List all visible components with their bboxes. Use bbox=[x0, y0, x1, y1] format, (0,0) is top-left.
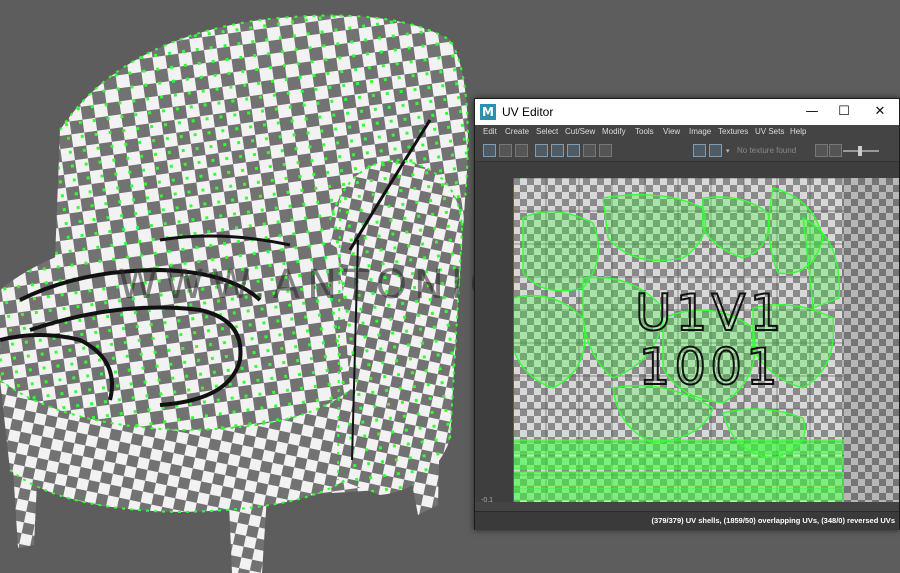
menu-textures[interactable]: Textures bbox=[718, 127, 748, 136]
snapshot-icon[interactable] bbox=[599, 144, 612, 157]
menu-bar: Edit Create Select Cut/Sew Modify Tools … bbox=[475, 125, 899, 141]
close-button[interactable]: ✕ bbox=[863, 101, 897, 123]
menu-help[interactable]: Help bbox=[790, 127, 806, 136]
maya-logo-icon: M bbox=[480, 104, 496, 120]
ruler-left bbox=[475, 162, 513, 502]
isolate-icon[interactable] bbox=[583, 144, 596, 157]
coordinate-label: -0.1 bbox=[481, 497, 494, 504]
outside-tile-checker bbox=[844, 178, 899, 502]
menu-cut-sew[interactable]: Cut/Sew bbox=[565, 127, 595, 136]
uv-canvas[interactable]: U1V1 1001 bbox=[513, 178, 844, 502]
grid-icon[interactable] bbox=[483, 144, 496, 157]
menu-select[interactable]: Select bbox=[536, 127, 558, 136]
menu-modify[interactable]: Modify bbox=[602, 127, 626, 136]
checker-toggle-icon[interactable] bbox=[709, 144, 722, 157]
menu-uv-sets[interactable]: UV Sets bbox=[755, 127, 784, 136]
uv-tile-label: U1V1 1001 bbox=[634, 284, 786, 396]
tile-udim-number: 1001 bbox=[638, 338, 782, 396]
minimize-button[interactable]: — bbox=[795, 101, 829, 123]
exposure-icon[interactable] bbox=[815, 144, 828, 157]
window-titlebar[interactable]: M UV Editor — ☐ ✕ bbox=[475, 99, 899, 125]
menu-create[interactable]: Create bbox=[505, 127, 529, 136]
window-title: UV Editor bbox=[502, 105, 554, 119]
menu-image[interactable]: Image bbox=[689, 127, 711, 136]
uv-toolbar: ▾ No texture found bbox=[475, 141, 899, 162]
status-bar: (379/379) UV shells, (1859/50) overlappi… bbox=[475, 511, 899, 530]
uv-shell-icon[interactable] bbox=[551, 144, 564, 157]
gamma-icon[interactable] bbox=[829, 144, 842, 157]
image-display-icon[interactable] bbox=[693, 144, 706, 157]
checker-icon[interactable] bbox=[567, 144, 580, 157]
texture-borders-icon[interactable] bbox=[535, 144, 548, 157]
menu-edit[interactable]: Edit bbox=[483, 127, 497, 136]
uv-canvas-outside[interactable] bbox=[844, 178, 899, 502]
tile-uv-name: U1V1 bbox=[634, 284, 786, 342]
maximize-button[interactable]: ☐ bbox=[827, 101, 861, 123]
distortion-icon[interactable] bbox=[515, 144, 528, 157]
texture-status: No texture found bbox=[737, 146, 797, 155]
dropdown-arrow-icon[interactable]: ▾ bbox=[726, 147, 730, 155]
shaded-uv-icon[interactable] bbox=[499, 144, 512, 157]
menu-tools[interactable]: Tools bbox=[635, 127, 654, 136]
uv-editor-window[interactable]: M UV Editor — ☐ ✕ Edit Create Select Cut… bbox=[474, 98, 900, 530]
uv-statistics-text: (379/379) UV shells, (1859/50) overlappi… bbox=[651, 516, 895, 525]
ruler-top bbox=[513, 162, 899, 178]
menu-view[interactable]: View bbox=[663, 127, 680, 136]
gamma-slider-handle[interactable] bbox=[858, 146, 862, 156]
